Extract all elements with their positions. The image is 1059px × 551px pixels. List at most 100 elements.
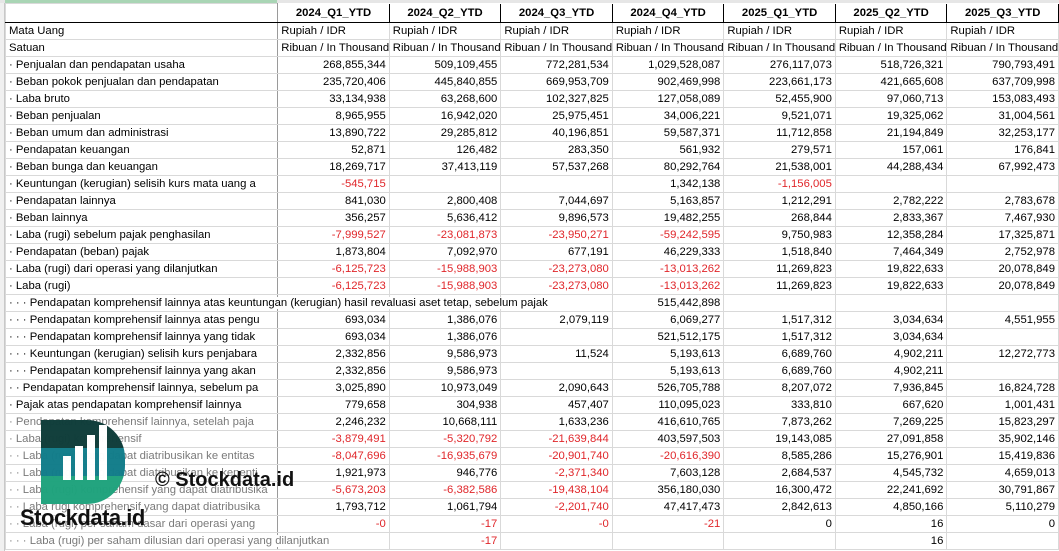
value-cell[interactable]: 40,196,851: [500, 124, 613, 142]
row-label[interactable]: · Pendapatan keuangan: [4, 141, 279, 159]
column-header[interactable]: 2024_Q3_YTD: [500, 3, 613, 23]
value-cell[interactable]: 97,060,713: [834, 90, 948, 108]
value-cell[interactable]: 304,938: [388, 396, 502, 414]
value-cell[interactable]: 4,659,013: [946, 464, 1059, 482]
value-cell[interactable]: 57,537,268: [500, 158, 613, 176]
value-cell[interactable]: -21: [611, 515, 725, 533]
column-header[interactable]: 2024_Q2_YTD: [388, 3, 502, 23]
value-cell[interactable]: [946, 328, 1059, 346]
value-cell[interactable]: 457,407: [500, 396, 613, 414]
value-cell[interactable]: -20,901,740: [500, 447, 613, 465]
value-cell[interactable]: 677,191: [500, 243, 613, 261]
value-cell[interactable]: 176,841: [946, 141, 1059, 159]
row-label[interactable]: · Pendapatan (beban) pajak: [4, 243, 279, 261]
value-cell[interactable]: 2,782,222: [834, 192, 948, 210]
value-cell[interactable]: 1,386,076: [388, 328, 502, 346]
value-cell[interactable]: 16: [834, 532, 948, 550]
value-cell[interactable]: 10,668,111: [388, 413, 502, 431]
value-cell[interactable]: 8,585,286: [723, 447, 836, 465]
value-cell[interactable]: [500, 175, 613, 193]
value-cell[interactable]: -17: [388, 515, 502, 533]
unit-value[interactable]: Ribuan / In Thousands: [946, 39, 1059, 57]
value-cell[interactable]: 276,117,073: [723, 56, 836, 74]
value-cell[interactable]: 7,269,225: [834, 413, 948, 431]
value-cell[interactable]: 20,078,849: [946, 277, 1059, 295]
currency-value[interactable]: Rupiah / IDR: [611, 22, 725, 40]
value-cell[interactable]: 3,034,634: [834, 328, 948, 346]
row-label[interactable]: · Laba (rugi) sebelum pajak penghasilan: [4, 226, 279, 244]
value-cell[interactable]: 18,269,717: [277, 158, 390, 176]
value-cell[interactable]: 1,517,312: [723, 311, 836, 329]
value-cell[interactable]: 772,281,534: [500, 56, 613, 74]
value-cell[interactable]: 2,332,856: [277, 345, 390, 363]
value-cell[interactable]: -545,715: [277, 175, 390, 193]
value-cell[interactable]: 11,269,823: [723, 260, 836, 278]
value-cell[interactable]: -0: [500, 515, 613, 533]
value-cell[interactable]: 7,464,349: [834, 243, 948, 261]
row-label[interactable]: · · Laba (rugi) yang dapat diatribusikan…: [4, 464, 279, 482]
value-cell[interactable]: 25,975,451: [500, 107, 613, 125]
value-cell[interactable]: 5,163,857: [611, 192, 725, 210]
value-cell[interactable]: 518,726,321: [834, 56, 948, 74]
value-cell[interactable]: 1,001,431: [946, 396, 1059, 414]
unit-value[interactable]: Ribuan / In Thousands: [500, 39, 613, 57]
value-cell[interactable]: [946, 532, 1059, 550]
value-cell[interactable]: -6,125,723: [277, 260, 390, 278]
value-cell[interactable]: 126,482: [388, 141, 502, 159]
value-cell[interactable]: 19,143,085: [723, 430, 836, 448]
value-cell[interactable]: 110,095,023: [611, 396, 725, 414]
value-cell[interactable]: 5,193,613: [611, 362, 725, 380]
value-cell[interactable]: 333,810: [723, 396, 836, 414]
value-cell[interactable]: 15,823,297: [946, 413, 1059, 431]
row-label[interactable]: · · Pendapatan komprehensif lainnya, seb…: [4, 379, 279, 397]
value-cell[interactable]: 46,229,333: [611, 243, 725, 261]
row-label[interactable]: · Beban lainnya: [4, 209, 279, 227]
value-cell[interactable]: [611, 532, 725, 550]
value-cell[interactable]: 47,417,473: [611, 498, 725, 516]
value-cell[interactable]: 526,705,788: [611, 379, 725, 397]
column-header[interactable]: 2025_Q3_YTD: [946, 3, 1059, 23]
value-cell[interactable]: 2,332,856: [277, 362, 390, 380]
value-cell[interactable]: 268,855,344: [277, 56, 390, 74]
value-cell[interactable]: 356,257: [277, 209, 390, 227]
value-cell[interactable]: 19,822,633: [834, 260, 948, 278]
value-cell[interactable]: 21,538,001: [723, 158, 836, 176]
column-header[interactable]: 2024_Q4_YTD: [611, 3, 725, 23]
value-cell[interactable]: 16: [834, 515, 948, 533]
value-cell[interactable]: 19,325,062: [834, 107, 948, 125]
value-cell[interactable]: 4,551,955: [946, 311, 1059, 329]
value-cell[interactable]: 16,824,728: [946, 379, 1059, 397]
value-cell[interactable]: 52,871: [277, 141, 390, 159]
value-cell[interactable]: 2,246,232: [277, 413, 390, 431]
value-cell[interactable]: 12,272,773: [946, 345, 1059, 363]
value-cell[interactable]: 561,932: [611, 141, 725, 159]
value-cell[interactable]: 515,442,898: [611, 294, 725, 312]
value-cell[interactable]: 403,597,503: [611, 430, 725, 448]
value-cell[interactable]: 7,873,262: [723, 413, 836, 431]
currency-value[interactable]: Rupiah / IDR: [834, 22, 948, 40]
value-cell[interactable]: 153,083,493: [946, 90, 1059, 108]
value-cell[interactable]: 6,069,277: [611, 311, 725, 329]
value-cell[interactable]: 1,921,973: [277, 464, 390, 482]
value-cell[interactable]: -21,639,844: [500, 430, 613, 448]
value-cell[interactable]: 22,241,692: [834, 481, 948, 499]
value-cell[interactable]: [946, 175, 1059, 193]
unit-value[interactable]: Ribuan / In Thousands: [277, 39, 390, 57]
value-cell[interactable]: 7,092,970: [388, 243, 502, 261]
value-cell[interactable]: 15,276,901: [834, 447, 948, 465]
value-cell[interactable]: 1,518,840: [723, 243, 836, 261]
value-cell[interactable]: 356,180,030: [611, 481, 725, 499]
value-cell[interactable]: 790,793,491: [946, 56, 1059, 74]
value-cell[interactable]: 9,521,071: [723, 107, 836, 125]
value-cell[interactable]: -13,013,262: [611, 277, 725, 295]
value-cell[interactable]: 12,358,284: [834, 226, 948, 244]
value-cell[interactable]: [723, 532, 836, 550]
row-label[interactable]: · · · Pendapatan komprehensif lainnya at…: [4, 294, 549, 312]
value-cell[interactable]: 5,193,613: [611, 345, 725, 363]
row-label[interactable]: · Laba bruto: [4, 90, 279, 108]
value-cell[interactable]: 8,207,072: [723, 379, 836, 397]
value-cell[interactable]: 17,325,871: [946, 226, 1059, 244]
row-label[interactable]: · · Laba (rugi) komprehensif yang dapat …: [4, 481, 279, 499]
value-cell[interactable]: 15,419,836: [946, 447, 1059, 465]
value-cell[interactable]: 20,078,849: [946, 260, 1059, 278]
